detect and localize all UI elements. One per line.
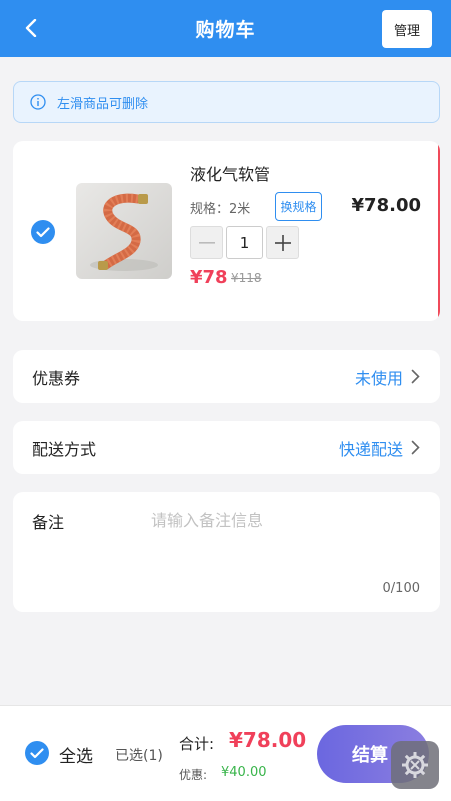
- coupon-row[interactable]: 优惠券 未使用: [13, 350, 440, 403]
- floating-settings-button[interactable]: [391, 741, 439, 789]
- remark-input[interactable]: [151, 506, 421, 534]
- chevron-right-icon: [411, 440, 420, 455]
- plus-icon: [274, 234, 291, 251]
- info-icon: [30, 94, 46, 110]
- selected-count: 已选(1): [115, 748, 163, 764]
- swipe-indicator: [438, 141, 440, 321]
- coupon-value: 未使用: [354, 368, 403, 388]
- select-all-checkbox[interactable]: [25, 741, 49, 765]
- change-spec-button[interactable]: 换规格: [275, 192, 322, 221]
- manage-button[interactable]: 管理: [382, 10, 432, 48]
- gear-icon: [402, 752, 428, 778]
- quantity-stepper: 1: [190, 226, 299, 259]
- discount-label: 优惠:: [179, 768, 208, 782]
- unit-price: ¥78.00: [351, 195, 421, 216]
- total-value: ¥78.00: [229, 728, 307, 752]
- page-title: 购物车: [195, 19, 256, 41]
- product-name[interactable]: 液化气软管: [190, 161, 270, 185]
- tip-text: 左滑商品可删除: [57, 96, 149, 112]
- delivery-value: 快递配送: [338, 439, 403, 459]
- increase-button[interactable]: [266, 226, 299, 259]
- coupon-label: 优惠券: [32, 368, 81, 388]
- swipe-delete-tip: 左滑商品可删除: [13, 81, 440, 123]
- remark-label: 备注: [32, 513, 65, 532]
- delivery-label: 配送方式: [32, 439, 97, 459]
- remark-char-count: 0/100: [382, 581, 420, 596]
- total-label: 合计:: [179, 735, 215, 753]
- remark-card: 备注 0/100: [13, 492, 440, 612]
- check-icon: [30, 747, 44, 758]
- select-all-label[interactable]: 全选: [59, 742, 93, 767]
- delivery-row[interactable]: 配送方式 快递配送: [13, 421, 440, 474]
- product-image[interactable]: [76, 183, 172, 279]
- cart-item-card[interactable]: 液化气软管 规格：2米 换规格 ¥78.00 1 ¥78 ¥118: [13, 141, 440, 321]
- chevron-right-icon: [411, 369, 420, 384]
- decrease-button[interactable]: [190, 226, 223, 259]
- check-icon: [36, 226, 50, 237]
- sale-price: ¥78: [190, 267, 228, 288]
- checkout-bar: 全选 已选(1) 合计: ¥78.00 优惠: ¥40.00 结算: [0, 705, 451, 801]
- product-spec: 规格：2米: [190, 202, 251, 217]
- item-checkbox[interactable]: [31, 220, 55, 244]
- back-icon[interactable]: [20, 16, 42, 40]
- quantity-input[interactable]: 1: [226, 226, 263, 259]
- minus-icon: [198, 241, 215, 244]
- top-navbar: 购物车 管理: [0, 0, 451, 57]
- discount-value: ¥40.00: [221, 765, 267, 780]
- original-price: ¥118: [231, 271, 262, 285]
